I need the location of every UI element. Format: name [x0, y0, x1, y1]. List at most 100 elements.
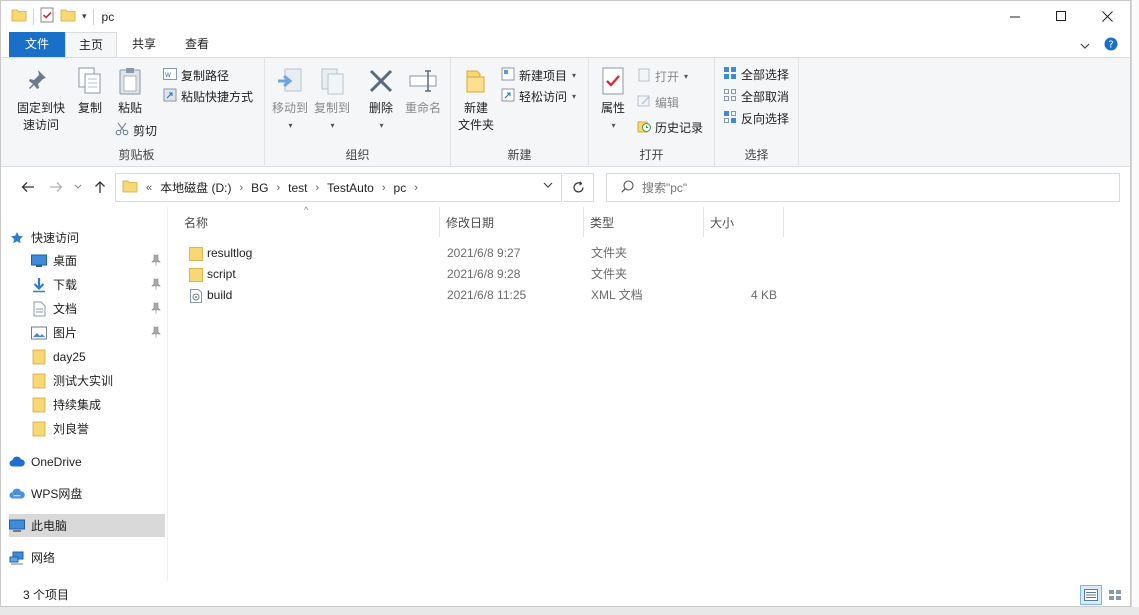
sidebar-label: 文档	[53, 302, 78, 316]
select-all-button[interactable]: 全部选择	[723, 64, 789, 84]
tab-share[interactable]: 共享	[119, 32, 169, 57]
table-row[interactable]: resultlog 2021/6/8 9:27 文件夹	[182, 243, 802, 264]
sidebar-label: 快速访问	[31, 231, 80, 245]
open-button[interactable]: 打开 ▾	[637, 66, 688, 86]
new-item-button[interactable]: 新建项目 ▾	[501, 65, 576, 85]
paste-icon	[113, 64, 147, 98]
tab-home[interactable]: 主页	[65, 32, 117, 58]
sidebar-item-desktop[interactable]: 桌面	[9, 249, 165, 272]
sidebar-label: 测试大实训	[53, 374, 114, 388]
cut-button[interactable]: 剪切	[115, 120, 157, 140]
address-bar[interactable]: « 本地磁盘 (D:) › BG › test › TestAuto › pc …	[115, 173, 562, 202]
rename-button[interactable]: 重命名	[401, 64, 445, 117]
invert-selection-icon	[723, 110, 737, 127]
breadcrumb-item[interactable]: TestAuto	[327, 181, 374, 195]
chevron-right-icon[interactable]: ›	[239, 182, 243, 194]
toolbar-divider	[33, 8, 34, 25]
breadcrumb: « 本地磁盘 (D:) › BG › test › TestAuto › pc …	[122, 179, 418, 196]
paste-button[interactable]: 粘贴	[111, 64, 149, 117]
forward-button[interactable]	[47, 178, 65, 196]
sidebar-item-folder[interactable]: 刘良誉	[9, 417, 165, 440]
properties-label: 属性	[600, 101, 625, 115]
sidebar-item-day25[interactable]: day25	[9, 345, 165, 368]
chevron-down-icon[interactable]	[543, 181, 553, 192]
copy-button[interactable]: 复制	[71, 64, 109, 117]
breadcrumb-item[interactable]: pc	[394, 181, 407, 195]
wps-cloud-icon	[9, 486, 25, 502]
star-icon	[9, 230, 25, 246]
select-group-label: 选择	[744, 148, 769, 162]
folder-icon	[188, 246, 204, 262]
sidebar-label: 桌面	[53, 254, 78, 268]
column-header-modified[interactable]: 修改日期	[440, 207, 584, 237]
move-to-button[interactable]: 移动到 ▾	[269, 64, 311, 134]
chevron-down-icon[interactable]	[1080, 39, 1090, 53]
close-button[interactable]	[1084, 1, 1130, 32]
chevron-right-icon[interactable]: ›	[414, 182, 418, 194]
sidebar-item-quick-access[interactable]: 快速访问	[9, 226, 165, 249]
delete-x-icon	[364, 64, 398, 98]
file-size	[711, 264, 777, 285]
properties-button[interactable]: 属性 ▾	[593, 64, 633, 134]
delete-button[interactable]: 删除 ▾	[361, 64, 401, 134]
sidebar-item-folder[interactable]: 持续集成	[9, 393, 165, 416]
up-button[interactable]	[91, 178, 109, 196]
copy-to-button[interactable]: 复制到 ▾	[311, 64, 353, 134]
large-icons-view-button[interactable]	[1104, 585, 1126, 605]
breadcrumb-item[interactable]: test	[288, 181, 307, 195]
tab-view[interactable]: 查看	[171, 32, 223, 57]
new-folder-icon[interactable]	[60, 8, 76, 25]
edit-button[interactable]: 编辑	[637, 92, 679, 112]
copy-to-icon	[315, 64, 349, 98]
breadcrumb-item[interactable]: 本地磁盘 (D:)	[160, 179, 231, 196]
sidebar-item-pictures[interactable]: 图片	[9, 321, 165, 344]
column-header-type[interactable]: 类型	[584, 207, 704, 237]
chevron-right-icon[interactable]: ›	[382, 182, 386, 194]
breadcrumb-overflow[interactable]: «	[146, 182, 152, 194]
new-folder-button[interactable]: 新建 文件夹	[455, 64, 497, 134]
move-to-label: 移动到	[271, 101, 308, 115]
tab-file[interactable]: 文件	[9, 32, 65, 57]
chevron-down-icon: ▾	[572, 70, 577, 80]
scissors-icon	[115, 122, 129, 139]
file-type: 文件夹	[591, 267, 628, 281]
select-none-button[interactable]: 全部取消	[723, 86, 789, 106]
column-header-size[interactable]: 大小	[704, 207, 784, 237]
sidebar-item-documents[interactable]: 文档	[9, 297, 165, 320]
search-input[interactable]	[642, 180, 1042, 195]
ribbon: 固定到快 速访问 复制 粘贴 W 复制路径 粘贴快捷方式 剪切 剪贴板 移动到 …	[1, 57, 1130, 167]
sidebar-item-onedrive[interactable]: OneDrive	[9, 450, 165, 473]
table-row[interactable]: build 2021/6/8 11:25 XML 文档 4 KB	[182, 285, 802, 306]
column-header-name[interactable]: 名称	[178, 207, 440, 237]
chevron-right-icon[interactable]: ›	[315, 182, 319, 194]
minimize-button[interactable]	[992, 1, 1038, 32]
paste-shortcut-button[interactable]: 粘贴快捷方式	[163, 86, 253, 106]
pin-quick-access-button[interactable]: 固定到快 速访问	[13, 64, 69, 134]
sidebar-item-network[interactable]: 网络	[9, 546, 165, 569]
table-row[interactable]: script 2021/6/8 9:28 文件夹	[182, 264, 802, 285]
properties-icon[interactable]	[40, 7, 54, 26]
paste-shortcut-label: 粘贴快捷方式	[181, 89, 254, 104]
invert-selection-label: 反向选择	[741, 111, 790, 126]
details-view-button[interactable]	[1080, 585, 1102, 605]
pin-icon	[151, 326, 161, 341]
customize-toolbar-icon[interactable]: ▾	[82, 11, 87, 22]
help-icon[interactable]: ?	[1104, 37, 1118, 54]
sidebar-item-this-pc[interactable]: 此电脑	[9, 514, 165, 537]
recent-locations-button[interactable]	[69, 178, 87, 196]
sidebar-item-downloads[interactable]: 下载	[9, 273, 165, 296]
easy-access-button[interactable]: 轻松访问 ▾	[501, 86, 576, 106]
chevron-down-icon: ▾	[379, 121, 384, 130]
chevron-right-icon[interactable]: ›	[276, 182, 280, 194]
sidebar-item-wps[interactable]: WPS网盘	[9, 482, 165, 505]
refresh-button[interactable]	[564, 173, 594, 202]
sidebar-item-folder[interactable]: 测试大实训	[9, 369, 165, 392]
history-button[interactable]: 历史记录	[637, 117, 703, 137]
copy-path-button[interactable]: W 复制路径	[163, 65, 229, 85]
back-button[interactable]	[19, 178, 37, 196]
sidebar-label: 持续集成	[53, 398, 102, 412]
invert-selection-button[interactable]: 反向选择	[723, 108, 789, 128]
folder-icon	[188, 267, 204, 283]
breadcrumb-item[interactable]: BG	[251, 181, 268, 195]
maximize-button[interactable]	[1038, 1, 1084, 32]
